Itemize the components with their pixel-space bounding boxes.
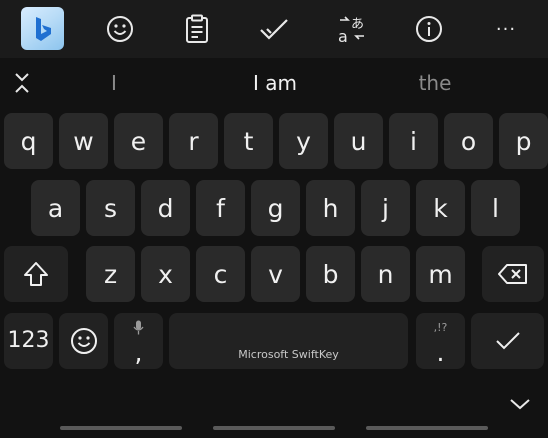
key-s[interactable]: s	[86, 180, 135, 236]
spellcheck-button[interactable]	[252, 7, 296, 51]
key-q[interactable]: q	[4, 113, 53, 169]
key-v[interactable]: v	[251, 246, 300, 302]
microphone-icon	[133, 320, 144, 335]
info-icon	[416, 16, 442, 42]
hide-keyboard-button[interactable]	[507, 392, 533, 416]
key-d[interactable]: d	[141, 180, 190, 236]
svg-text:a: a	[338, 27, 348, 44]
key-l[interactable]: l	[471, 180, 520, 236]
emoji-icon	[70, 328, 97, 354]
translate-icon: a あ	[338, 16, 364, 44]
key-r[interactable]: r	[169, 113, 218, 169]
key-i[interactable]: i	[389, 113, 438, 169]
check-icon	[260, 19, 288, 40]
bing-icon	[35, 16, 51, 41]
comma-key[interactable]: ,	[114, 313, 163, 369]
key-g[interactable]: g	[251, 180, 300, 236]
collapse-toolbar-button[interactable]	[11, 70, 33, 100]
space-key[interactable]: Microsoft SwiftKey	[169, 313, 408, 369]
key-h[interactable]: h	[306, 180, 355, 236]
check-icon	[495, 332, 520, 350]
key-j[interactable]: j	[361, 180, 410, 236]
suggestion-center[interactable]: I am	[225, 68, 325, 98]
bing-button[interactable]	[21, 7, 64, 50]
key-o[interactable]: o	[444, 113, 493, 169]
key-p[interactable]: p	[499, 113, 548, 169]
key-b[interactable]: b	[306, 246, 355, 302]
period-alternates: ,!?	[433, 321, 448, 334]
nav-handle-right[interactable]	[366, 426, 488, 430]
chevron-down-icon	[510, 399, 530, 410]
key-c[interactable]: c	[196, 246, 245, 302]
numbers-key[interactable]: 123	[4, 313, 53, 369]
key-t[interactable]: t	[224, 113, 273, 169]
shift-key[interactable]	[4, 246, 68, 302]
space-label: Microsoft SwiftKey	[238, 348, 339, 361]
more-icon: ···	[495, 18, 517, 40]
key-u[interactable]: u	[334, 113, 383, 169]
info-button[interactable]	[407, 7, 451, 51]
clipboard-icon	[186, 14, 208, 43]
nav-handle-center[interactable]	[213, 426, 335, 430]
key-n[interactable]: n	[361, 246, 410, 302]
backspace-key[interactable]	[482, 246, 544, 302]
collapse-icon	[15, 73, 29, 93]
key-e[interactable]: e	[114, 113, 163, 169]
key-f[interactable]: f	[196, 180, 245, 236]
suggestion-right[interactable]: the	[395, 68, 475, 98]
translate-button[interactable]: a あ	[330, 7, 374, 51]
backspace-icon	[498, 264, 527, 284]
more-button[interactable]: ···	[484, 7, 528, 51]
period-key[interactable]: ,!? .	[416, 313, 465, 369]
svg-text:あ: あ	[351, 17, 364, 32]
key-a[interactable]: a	[31, 180, 80, 236]
shift-icon	[24, 262, 48, 286]
key-w[interactable]: w	[59, 113, 108, 169]
clipboard-button[interactable]	[175, 7, 219, 51]
nav-handle-left[interactable]	[60, 426, 182, 430]
suggestion-left[interactable]: I	[84, 68, 144, 98]
suggestion-bar: I I am the	[0, 58, 548, 108]
key-m[interactable]: m	[416, 246, 465, 302]
emoji-button[interactable]	[98, 7, 142, 51]
key-k[interactable]: k	[416, 180, 465, 236]
key-z[interactable]: z	[86, 246, 135, 302]
emoji-key[interactable]	[59, 313, 108, 369]
emoji-icon	[107, 16, 133, 42]
key-y[interactable]: y	[279, 113, 328, 169]
enter-key[interactable]	[471, 313, 544, 369]
key-x[interactable]: x	[141, 246, 190, 302]
keyboard-toolbar: a あ ···	[0, 0, 548, 58]
